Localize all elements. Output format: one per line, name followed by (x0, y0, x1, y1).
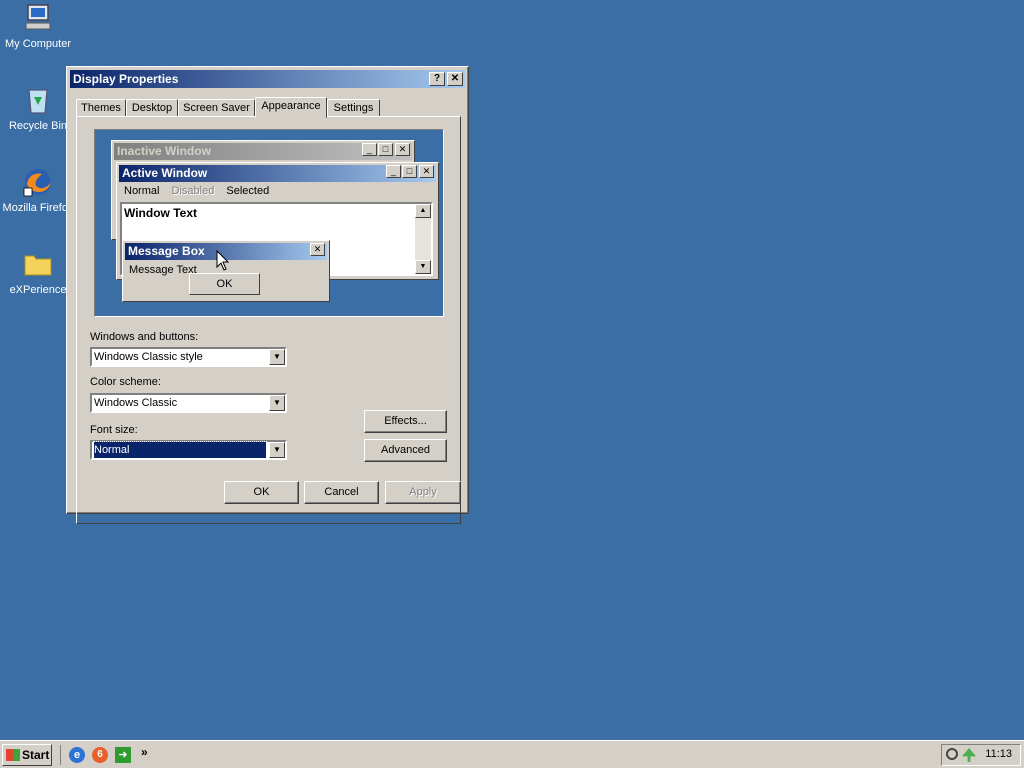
close-icon: ✕ (310, 243, 325, 256)
start-button[interactable]: Start (2, 744, 52, 766)
desktop-icon-my-computer[interactable]: My Computer (0, 2, 76, 50)
appearance-preview: Inactive Window _ □ ✕ Active Window _ □ … (94, 129, 444, 317)
menu-selected: Selected (226, 185, 270, 197)
close-icon: ✕ (419, 165, 434, 178)
font-size-label: Font size: (90, 424, 138, 436)
windows-buttons-value: Windows Classic style (94, 351, 203, 363)
desktop-icon-firefox[interactable]: Mozilla Firefox (0, 166, 76, 214)
effects-button[interactable]: Effects... (364, 410, 447, 433)
tab-screen-saver[interactable]: Screen Saver (178, 99, 255, 117)
color-scheme-label: Color scheme: (90, 376, 161, 388)
scroll-up-icon: ▲ (415, 204, 431, 218)
maximize-icon: □ (402, 165, 417, 178)
desktop-icon-label: My Computer (4, 38, 72, 50)
chevron-down-icon[interactable]: ▼ (269, 442, 285, 458)
chevron-down-icon[interactable]: ▼ (269, 349, 285, 365)
apply-button[interactable]: Apply (385, 481, 461, 504)
chevron-down-icon[interactable]: ▼ (269, 395, 285, 411)
desktop-icon-experience[interactable]: eXPerience (0, 248, 76, 296)
computer-icon (22, 2, 54, 34)
tab-appearance[interactable]: Appearance (255, 97, 327, 118)
tab-settings[interactable]: Settings (327, 99, 380, 117)
desktop-icon-label: Mozilla Firefox (2, 202, 74, 214)
color-scheme-value: Windows Classic (94, 397, 178, 409)
ok-button[interactable]: OK (224, 481, 299, 504)
desktop-icon-label: Recycle Bin (8, 120, 68, 132)
app-icon[interactable]: ➜ (115, 747, 131, 763)
tray-network-icon[interactable] (962, 748, 976, 762)
dialog-titlebar[interactable]: Display Properties ? ✕ (70, 70, 465, 88)
firefox-icon (22, 166, 54, 198)
window-text: Window Text (124, 206, 197, 220)
tab-desktop[interactable]: Desktop (126, 99, 178, 117)
windows-logo-icon (6, 749, 20, 761)
taskbar: Start e 6 ➜ » 11:13 (0, 740, 1024, 768)
font-size-select[interactable]: Normal ▼ (90, 440, 287, 460)
clock[interactable]: 11:13 (985, 748, 1012, 760)
windows-buttons-select[interactable]: Windows Classic style ▼ (90, 347, 287, 367)
maximize-icon: □ (378, 143, 393, 156)
quick-launch-more-button[interactable]: » (141, 745, 148, 759)
tab-themes[interactable]: Themes (76, 99, 126, 117)
media-icon[interactable]: 6 (92, 747, 108, 763)
desktop-icon-recycle-bin[interactable]: Recycle Bin (0, 84, 76, 132)
message-ok-button: OK (189, 273, 260, 295)
help-button[interactable]: ? (429, 72, 445, 86)
close-icon: ✕ (395, 143, 410, 156)
quick-launch: e 6 ➜ » (60, 745, 161, 765)
active-window-title: Active Window (122, 166, 208, 180)
start-label: Start (22, 748, 50, 762)
desktop-icon-label: eXPerience (9, 284, 67, 296)
close-button[interactable]: ✕ (447, 72, 463, 86)
advanced-button[interactable]: Advanced (364, 439, 447, 462)
preview-scrollbar: ▲ ▼ (415, 204, 431, 274)
mouse-cursor-icon (216, 250, 230, 271)
minimize-icon: _ (362, 143, 377, 156)
ie-icon[interactable]: e (69, 747, 85, 763)
recycle-bin-icon (22, 84, 54, 116)
menu-disabled: Disabled (171, 185, 215, 197)
minimize-icon: _ (386, 165, 401, 178)
preview-menu: Normal Disabled Selected (124, 185, 269, 197)
message-box-title: Message Box (128, 244, 205, 258)
color-scheme-select[interactable]: Windows Classic ▼ (90, 393, 287, 413)
system-tray: 11:13 (941, 744, 1021, 766)
windows-buttons-label: Windows and buttons: (90, 331, 199, 343)
dialog-title: Display Properties (73, 72, 179, 86)
folder-icon (22, 248, 54, 280)
menu-normal: Normal (124, 185, 160, 197)
font-size-value: Normal (93, 441, 267, 459)
display-properties-dialog: Display Properties ? ✕ Themes Desktop Sc… (66, 66, 469, 524)
scroll-down-icon: ▼ (415, 260, 431, 274)
tray-clock-icon[interactable] (946, 748, 958, 760)
cancel-button[interactable]: Cancel (304, 481, 379, 504)
message-text: Message Text (129, 264, 197, 276)
inactive-window-title: Inactive Window (117, 144, 211, 158)
